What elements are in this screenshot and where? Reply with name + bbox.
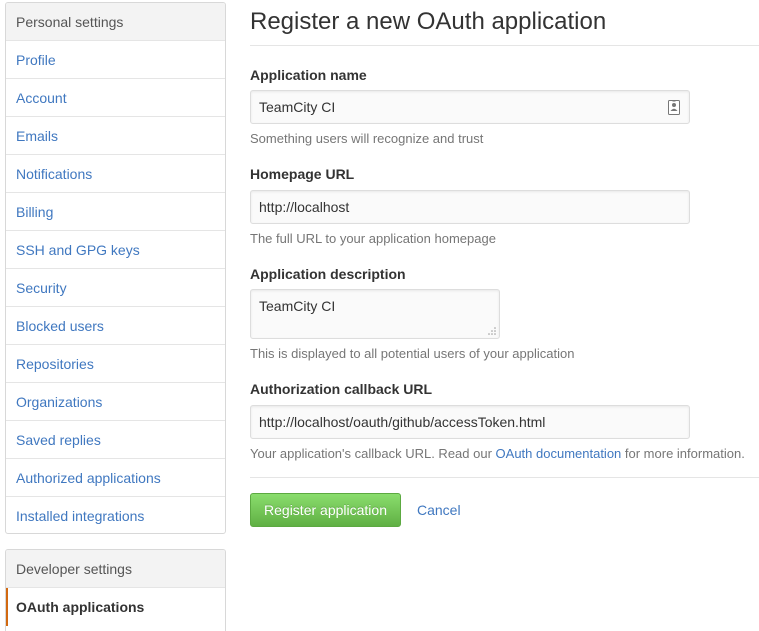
sidebar-item-authorized-applications[interactable]: Authorized applications: [6, 459, 225, 497]
application-name-value: TeamCity CI: [259, 99, 336, 115]
contact-card-icon[interactable]: [668, 100, 680, 115]
application-name-input[interactable]: TeamCity CI: [250, 90, 690, 124]
sidebar-item-organizations[interactable]: Organizations: [6, 383, 225, 421]
application-description-note: This is displayed to all potential users…: [250, 346, 575, 361]
application-description-textarea[interactable]: TeamCity CI: [250, 289, 500, 339]
callback-url-note: Your application's callback URL. Read ou…: [250, 446, 745, 461]
sidebar-item-billing[interactable]: Billing: [6, 193, 225, 231]
cancel-link[interactable]: Cancel: [417, 502, 461, 518]
title-divider: [250, 45, 759, 46]
callback-url-value: http://localhost/oauth/github/accessToke…: [259, 414, 546, 430]
sidebar-item-blocked-users[interactable]: Blocked users: [6, 307, 225, 345]
sidebar-item-saved-replies[interactable]: Saved replies: [6, 421, 225, 459]
page-title: Register a new OAuth application: [250, 8, 607, 35]
resize-grip-icon[interactable]: [488, 327, 496, 335]
application-name-label: Application name: [250, 67, 367, 83]
callback-url-label: Authorization callback URL: [250, 381, 433, 397]
homepage-url-note: The full URL to your application homepag…: [250, 231, 496, 246]
homepage-url-label: Homepage URL: [250, 166, 355, 182]
oauth-documentation-link[interactable]: OAuth documentation: [496, 446, 622, 461]
sidebar-item-security[interactable]: Security: [6, 269, 225, 307]
register-application-button[interactable]: Register application: [250, 493, 401, 527]
homepage-url-input[interactable]: http://localhost: [250, 190, 690, 224]
personal-settings-heading: Personal settings: [6, 3, 225, 41]
personal-settings-menu: Personal settings Profile Account Emails…: [5, 2, 226, 534]
application-description-label: Application description: [250, 266, 406, 282]
application-description-value: TeamCity CI: [259, 298, 336, 314]
sidebar-item-profile[interactable]: Profile: [6, 41, 225, 79]
sidebar-item-oauth-applications[interactable]: OAuth applications: [6, 588, 225, 626]
callback-note-suffix: for more information.: [621, 446, 745, 461]
sidebar-item-account[interactable]: Account: [6, 79, 225, 117]
form-divider: [250, 477, 759, 478]
developer-settings-menu: Developer settings OAuth applications: [5, 549, 226, 631]
sidebar-item-ssh-gpg-keys[interactable]: SSH and GPG keys: [6, 231, 225, 269]
callback-note-prefix: Your application's callback URL. Read ou…: [250, 446, 496, 461]
sidebar-item-emails[interactable]: Emails: [6, 117, 225, 155]
sidebar-item-installed-integrations[interactable]: Installed integrations: [6, 497, 225, 533]
application-name-note: Something users will recognize and trust: [250, 131, 484, 146]
callback-url-input[interactable]: http://localhost/oauth/github/accessToke…: [250, 405, 690, 439]
developer-settings-heading: Developer settings: [6, 550, 225, 588]
sidebar-item-notifications[interactable]: Notifications: [6, 155, 225, 193]
homepage-url-value: http://localhost: [259, 199, 350, 215]
sidebar-item-repositories[interactable]: Repositories: [6, 345, 225, 383]
